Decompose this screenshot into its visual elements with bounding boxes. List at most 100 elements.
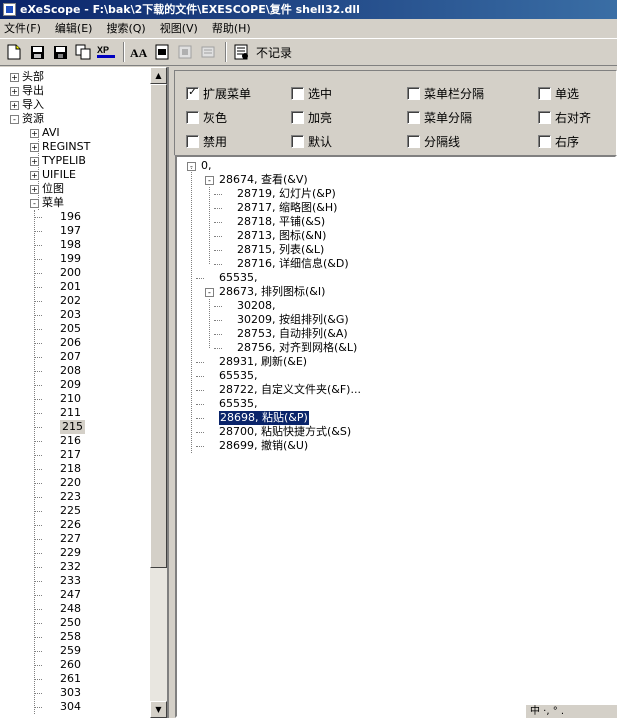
scroll-down-button[interactable]: ▼ (150, 701, 167, 718)
tree-item-menu-id[interactable]: 203 (0, 308, 150, 322)
expand-toggle-icon[interactable]: - (10, 115, 19, 124)
font-button[interactable]: AA (129, 42, 149, 62)
menu-tree-panel[interactable]: -0, -28674, 查看(&V) 28719, 幻灯片(&P) 28717, 缩略… (175, 155, 617, 718)
tree-item-import[interactable]: + 导入 (0, 98, 150, 112)
tree-item-label[interactable]: 202 (60, 294, 81, 308)
tree-item-label[interactable]: 233 (60, 574, 81, 588)
tree-item-menu-id[interactable]: 207 (0, 350, 150, 364)
tree-item-label[interactable]: 206 (60, 336, 81, 350)
tree-item-label[interactable]: 头部 (22, 70, 44, 84)
menu-tree-label[interactable]: 28722, 自定义文件夹(&F)... (219, 383, 361, 397)
tree-item-label[interactable]: 217 (60, 448, 81, 462)
tree-item-menu-id[interactable]: 202 (0, 294, 150, 308)
option-checkbox[interactable] (407, 135, 420, 148)
menu-help[interactable]: 帮助(H) (212, 20, 251, 36)
tree-item-label[interactable]: 197 (60, 224, 81, 238)
tree-item-label[interactable]: 225 (60, 504, 81, 518)
menu-item[interactable]: 28753, 自动排列(&A) (177, 327, 615, 341)
tree-item-label[interactable]: 201 (60, 280, 81, 294)
menu-separator[interactable]: 65535, (177, 271, 615, 285)
tree-item-menu-id[interactable]: 260 (0, 658, 150, 672)
tree-item-label[interactable]: 220 (60, 476, 81, 490)
expand-toggle-icon[interactable]: + (10, 73, 19, 82)
save-as-button[interactable] (50, 42, 70, 62)
resource-tree[interactable]: + 头部 + 导出 + 导入 - 资源 + AVI + REGINST + TYPELIB + UIFILE +… (0, 70, 150, 714)
tree-item-label[interactable]: 216 (60, 434, 81, 448)
option-checkbox[interactable] (538, 111, 551, 124)
new-file-button[interactable] (4, 42, 24, 62)
tree-item-menu-id[interactable]: 258 (0, 630, 150, 644)
tree-item-menu-id[interactable]: 208 (0, 364, 150, 378)
tree-item-label[interactable]: 303 (60, 686, 81, 700)
tree-item-menu-id[interactable]: 209 (0, 378, 150, 392)
tree-item-menu-id[interactable]: 226 (0, 518, 150, 532)
option-checkbox[interactable] (291, 111, 304, 124)
menu-item-paste[interactable]: 28698, 粘贴(&P) (177, 410, 615, 426)
tree-item-menu-id[interactable]: 303 (0, 686, 150, 700)
menu-item[interactable]: 28756, 对齐到网格(&L) (177, 341, 615, 355)
tree-item-menu-id[interactable]: 304 (0, 700, 150, 714)
tree-item-label[interactable]: 200 (60, 266, 81, 280)
tree-item-export[interactable]: + 导出 (0, 84, 150, 98)
menu-tree-label[interactable]: 28673, 排列图标(&I) (219, 285, 325, 299)
menu-tree-label[interactable]: 28674, 查看(&V) (219, 173, 308, 187)
tree-item-menu-id[interactable]: 196 (0, 210, 150, 224)
menu-separator[interactable]: 65535, (177, 369, 615, 383)
tree-item-label[interactable]: 210 (60, 392, 81, 406)
menu-tree-root[interactable]: -0, (177, 159, 615, 173)
option-checkbox[interactable] (291, 135, 304, 148)
tree-item-label[interactable]: 205 (60, 322, 81, 336)
tree-item-menu-id[interactable]: 210 (0, 392, 150, 406)
menu-item-undo[interactable]: 28699, 撤销(&U) (177, 439, 615, 453)
tree-item-label[interactable]: 209 (60, 378, 81, 392)
option-checkbox[interactable] (407, 87, 420, 100)
menu-tree-label[interactable]: 28700, 粘贴快捷方式(&S) (219, 425, 351, 439)
tree-item-menu-id[interactable]: 205 (0, 322, 150, 336)
tree-item-label[interactable]: 215 (60, 420, 85, 434)
tree-item-menu-id[interactable]: 201 (0, 280, 150, 294)
tree-scrollbar[interactable]: ▲ ▼ (150, 67, 167, 718)
ime-status-bar[interactable]: 中 ·, ° . (525, 704, 617, 718)
tree-item-menu-id[interactable]: 215 (0, 420, 150, 434)
no-record-label[interactable]: 不记录 (256, 44, 292, 61)
tree-item-menu-id[interactable]: 229 (0, 546, 150, 560)
tree-item-resource[interactable]: + TYPELIB (0, 154, 150, 168)
menu-item[interactable]: 28719, 幻灯片(&P) (177, 187, 615, 201)
menu-group-arrange[interactable]: -28673, 排列图标(&I) (177, 285, 615, 299)
tree-item-menu-id[interactable]: 217 (0, 448, 150, 462)
hex-view-button[interactable] (152, 42, 172, 62)
menu-item[interactable]: 28717, 缩略图(&H) (177, 201, 615, 215)
tree-item-label[interactable]: 261 (60, 672, 81, 686)
tree-item-resource[interactable]: - 菜单 (0, 196, 150, 210)
menu-separator[interactable]: 65535, (177, 397, 615, 411)
tree-item-label[interactable]: 226 (60, 518, 81, 532)
tree-item-label[interactable]: 位图 (42, 182, 64, 196)
menu-tree-label[interactable]: 28719, 幻灯片(&P) (237, 187, 336, 201)
menu-edit[interactable]: 编辑(E) (55, 20, 93, 36)
tree-item-resource[interactable]: + REGINST (0, 140, 150, 154)
tree-item-resource[interactable]: + UIFILE (0, 168, 150, 182)
tree-item-menu-id[interactable]: 220 (0, 476, 150, 490)
tree-item-label[interactable]: 304 (60, 700, 81, 714)
menu-item[interactable]: 28718, 平铺(&S) (177, 215, 615, 229)
option-checkbox[interactable] (186, 111, 199, 124)
tree-item-label[interactable]: 203 (60, 308, 81, 322)
menu-item[interactable]: 30208, (177, 299, 615, 313)
menu-tree[interactable]: -0, -28674, 查看(&V) 28719, 幻灯片(&P) 28717, 缩略… (177, 159, 615, 453)
expand-toggle-icon[interactable]: + (10, 101, 19, 110)
collapse-toggle-icon[interactable]: - (205, 176, 214, 185)
tree-item-label[interactable]: 196 (60, 210, 81, 224)
menu-tree-label[interactable]: 28715, 列表(&L) (237, 243, 324, 257)
tree-item-menu-id[interactable]: 233 (0, 574, 150, 588)
menu-tree-label[interactable]: 28717, 缩略图(&H) (237, 201, 337, 215)
xp-button[interactable]: XP (96, 42, 116, 62)
menu-tree-label[interactable]: 0, (201, 159, 212, 173)
tree-item-label[interactable]: 258 (60, 630, 81, 644)
collapse-toggle-icon[interactable]: - (205, 288, 214, 297)
menu-tree-label[interactable]: 30209, 按组排列(&G) (237, 313, 349, 327)
tree-item-header[interactable]: + 头部 (0, 70, 150, 84)
menu-tree-label[interactable]: 28756, 对齐到网格(&L) (237, 341, 357, 355)
menu-item[interactable]: 28713, 图标(&N) (177, 229, 615, 243)
save-button[interactable] (27, 42, 47, 62)
tree-item-resources[interactable]: - 资源 (0, 112, 150, 126)
